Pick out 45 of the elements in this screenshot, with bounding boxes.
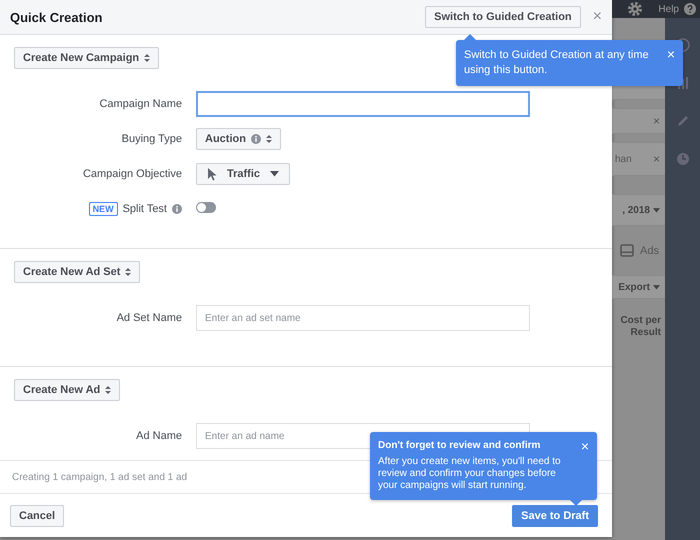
help-icon[interactable] xyxy=(684,3,696,15)
field-label: Campaign Name xyxy=(99,98,182,110)
sort-icon xyxy=(105,386,112,394)
export-button[interactable]: Export xyxy=(612,275,665,299)
create-new-button[interactable]: Create New Campaign xyxy=(14,47,160,69)
ad-icon xyxy=(620,244,634,257)
close-button[interactable]: × xyxy=(580,440,589,452)
date-picker[interactable]: , 2018 xyxy=(612,194,665,226)
modal-title: Quick Creation xyxy=(10,10,104,24)
pencil-icon[interactable] xyxy=(676,114,690,128)
help-link[interactable]: Help xyxy=(658,4,679,14)
sort-icon xyxy=(125,268,132,276)
sort-icon xyxy=(266,135,272,143)
caret-icon xyxy=(653,208,660,212)
card-text: han xyxy=(615,154,632,164)
sort-icon xyxy=(144,54,150,62)
ads-tab[interactable]: Ads xyxy=(640,244,659,256)
field-label: Buying Type xyxy=(122,133,182,145)
column-header: Cost per Result xyxy=(619,315,662,339)
tooltip-text: Switch to Guided Creation at any time using this button. xyxy=(464,48,650,78)
remove-button[interactable]: × xyxy=(652,114,660,128)
create-new-button[interactable]: Create New Ad Set xyxy=(14,261,140,283)
close-button[interactable]: × xyxy=(666,48,675,60)
close-button[interactable]: × xyxy=(590,8,604,26)
summary-text: Creating 1 campaign, 1 ad set and 1 ad xyxy=(12,472,188,482)
caret-icon xyxy=(270,170,280,176)
field-label: Campaign Objective xyxy=(82,168,182,180)
clock-icon[interactable] xyxy=(676,152,690,166)
guided-creation-button[interactable]: Switch to Guided Creation xyxy=(425,6,581,28)
text-field[interactable] xyxy=(196,91,530,117)
toggle-switch[interactable] xyxy=(196,202,216,213)
cursor-icon xyxy=(207,166,217,180)
cancel-button[interactable]: Cancel xyxy=(10,504,64,526)
create-new-button[interactable]: Create New Ad xyxy=(14,379,120,401)
tooltip-text: After you create new items, you'll need to review and confirm your changes before your campaigns will start running. xyxy=(378,456,562,492)
objective-dropdown[interactable]: Traffic xyxy=(196,162,290,184)
settings-icon[interactable] xyxy=(627,1,644,17)
field-label: Ad Set Name xyxy=(116,312,182,324)
field-label: Ad Name xyxy=(136,430,182,442)
field-label: Split Test xyxy=(122,203,167,215)
remove-button[interactable]: × xyxy=(652,152,660,166)
save-to-draft-button[interactable]: Save to Draft xyxy=(512,504,598,526)
caret-icon xyxy=(653,284,660,290)
new-badge: NEW xyxy=(88,202,118,216)
buying-type-select[interactable]: Auction xyxy=(196,128,281,150)
